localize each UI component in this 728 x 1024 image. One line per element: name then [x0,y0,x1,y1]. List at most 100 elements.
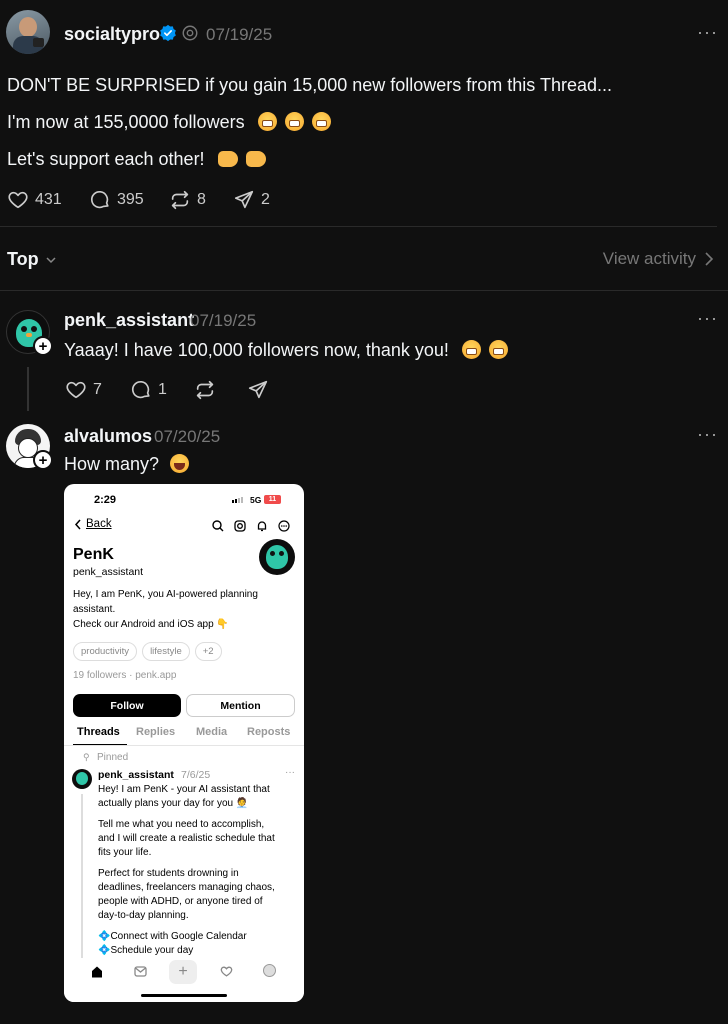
profile-icon[interactable] [263,964,276,977]
heart-icon[interactable] [220,965,233,983]
reply-button[interactable]: 1 [130,379,167,401]
heart-icon [8,191,28,209]
like-count: 431 [35,191,62,208]
followers-line[interactable]: 19 followers · penk.app [73,670,176,681]
comment-icon [131,380,150,399]
bottom-nav: + [64,958,304,1002]
pinned-more-button[interactable]: ··· [285,767,295,778]
divider [0,226,717,227]
tab-divider [64,745,304,746]
follow-plus-button[interactable]: + [33,450,53,470]
pinned-username[interactable]: penk_assistant [98,769,174,781]
reply-username[interactable]: penk_assistant [64,310,194,331]
inbox-icon[interactable] [134,965,147,983]
fist-bump-emoji-icon [245,151,266,167]
profile-tabs: Threads Replies Media Reposts [64,726,304,744]
divider [0,290,728,291]
grinning-emoji-icon [461,340,481,359]
thread-line [27,367,29,411]
profile-tags: productivity lifestyle +2 [73,642,222,661]
tab-reposts[interactable]: Reposts [247,726,290,738]
follow-plus-button[interactable]: + [33,336,53,356]
reply-username[interactable]: alvalumos [64,426,152,447]
sort-dropdown[interactable]: Top [7,249,57,270]
signal-icon [232,497,243,503]
tab-replies[interactable]: Replies [136,726,175,738]
repost-button[interactable] [194,379,216,401]
profile-avatar [259,539,295,575]
repost-button[interactable]: 8 [169,189,206,211]
threads-logo-icon [181,24,199,42]
bell-icon[interactable] [256,519,268,537]
reply-count: 1 [158,381,167,398]
chevron-right-icon [705,252,714,266]
grinning-emoji-icon [488,340,508,359]
grinning-emoji-icon [257,112,277,131]
pinned-label: Pinned [97,752,129,763]
tab-threads[interactable]: Threads [77,726,120,738]
post-date: 07/19/25 [206,25,273,44]
battery-icon: 11 [264,495,281,504]
pinned-avatar [72,769,92,789]
profile-bio: Hey, I am PenK, you AI-powered planning … [73,589,258,630]
tag-chip[interactable]: productivity [73,642,138,661]
share-button[interactable] [247,379,269,401]
pinned-date: 7/6/25 [181,769,211,781]
fist-bump-emoji-icon [217,151,238,167]
repost-count: 8 [197,191,206,208]
like-button[interactable]: 7 [65,379,102,401]
more-circle-icon[interactable] [278,519,290,537]
follow-button[interactable]: Follow [73,694,181,717]
pinned-text: Hey! I am PenK - your AI assistant that … [98,784,275,956]
post-line-2: I'm now at 155,0000 followers [7,112,331,133]
reply-more-button[interactable]: ··· [697,424,718,445]
instagram-icon[interactable] [234,519,246,537]
laughing-emoji-icon [170,454,190,473]
network-type: 5G [250,495,262,505]
reply-text: Yaaay! I have 100,000 followers now, tha… [64,340,508,361]
attached-screenshot-image[interactable]: 2:29 5G 11 Back PenK penk_assistant Hey,… [64,484,304,1002]
view-activity-label: View activity [602,249,696,268]
thread-line [81,794,83,959]
reply-text: How many? [64,454,190,475]
author-avatar[interactable] [6,10,50,54]
sort-label: Top [7,249,39,269]
like-button[interactable]: 431 [7,189,62,211]
post-line-1: DON'T BE SURPRISED if you gain 15,000 ne… [7,75,613,95]
reply-button[interactable]: 395 [89,189,144,211]
send-icon [248,380,268,399]
grinning-emoji-icon [284,112,304,131]
status-time: 2:29 [94,494,117,506]
comment-icon [90,190,109,209]
author-username[interactable]: socialtypro [64,24,160,45]
search-icon[interactable] [212,519,224,537]
reply-more-button[interactable]: ··· [697,308,718,329]
home-icon[interactable] [90,965,104,984]
profile-handle: penk_assistant [73,566,144,578]
back-button[interactable]: Back [74,518,112,530]
verified-badge-icon [159,24,177,42]
like-count: 7 [93,381,102,398]
repost-icon [196,380,214,400]
post-more-button[interactable]: ··· [697,22,718,43]
tag-chip[interactable]: +2 [194,642,222,661]
share-count: 2 [261,191,270,208]
home-indicator [141,994,227,997]
repost-icon [171,190,189,210]
chevron-left-icon [74,519,81,529]
chevron-down-icon [46,256,56,263]
mention-button[interactable]: Mention [186,694,295,717]
grinning-emoji-icon [311,112,331,131]
profile-name: PenK [73,546,114,563]
heart-icon [66,381,86,399]
tab-media[interactable]: Media [196,726,227,738]
reply-date: 07/20/25 [154,427,221,446]
create-icon[interactable]: + [169,960,197,984]
view-activity-link[interactable]: View activity [603,249,714,269]
reply-date: 07/19/25 [190,311,257,330]
post-line-3: Let's support each other! [7,149,266,170]
share-button[interactable]: 2 [233,189,270,211]
reply-count: 395 [117,191,144,208]
pin-icon: ⚲ [83,752,90,762]
tag-chip[interactable]: lifestyle [142,642,190,661]
